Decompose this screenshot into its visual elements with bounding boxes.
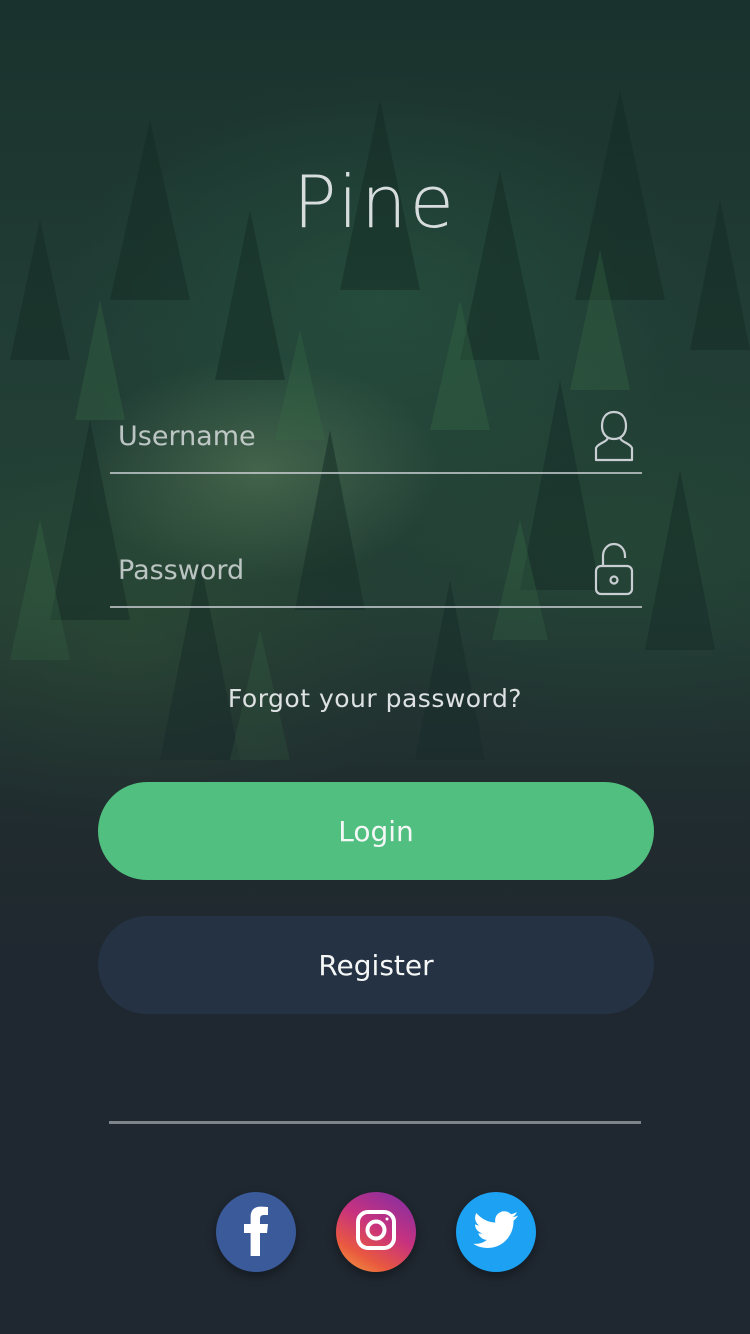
username-input[interactable] (118, 414, 578, 458)
facebook-button[interactable] (216, 1192, 296, 1272)
divider (109, 1121, 641, 1124)
user-icon (590, 406, 638, 466)
instagram-icon (354, 1208, 398, 1256)
register-button[interactable]: Register (98, 916, 654, 1014)
username-field[interactable] (110, 404, 642, 474)
login-button[interactable]: Login (98, 782, 654, 880)
app-title: Pine (293, 160, 457, 244)
password-input[interactable] (118, 548, 578, 592)
unlock-icon (590, 540, 638, 600)
instagram-button[interactable] (336, 1192, 416, 1272)
password-field[interactable] (110, 538, 642, 608)
facebook-icon (236, 1204, 276, 1260)
twitter-icon (473, 1211, 519, 1253)
twitter-button[interactable] (456, 1192, 536, 1272)
forgot-password-link[interactable]: Forgot your password? (0, 684, 750, 713)
